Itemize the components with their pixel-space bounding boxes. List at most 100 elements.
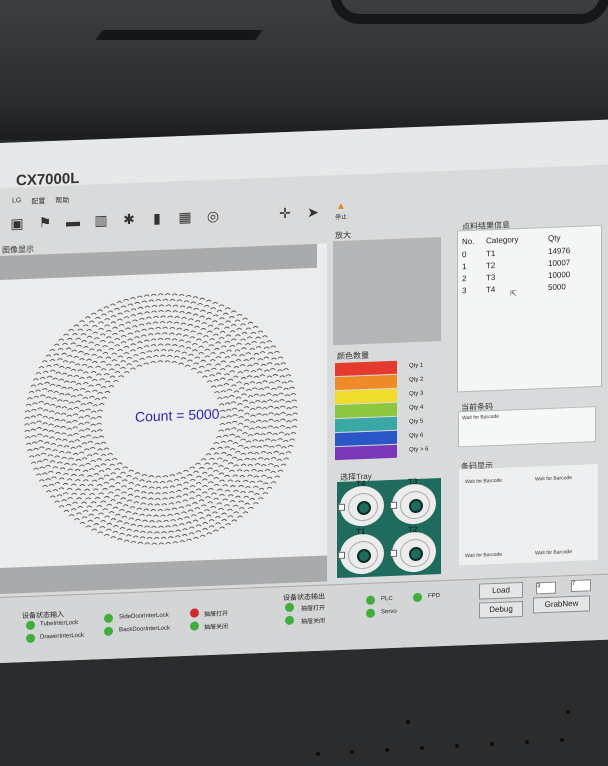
crosshair-icon[interactable]: ✛ — [274, 202, 296, 225]
component-mark — [273, 426, 279, 429]
component-mark — [167, 536, 174, 539]
component-mark — [114, 364, 121, 367]
component-mark — [238, 387, 245, 390]
chart-bars-icon[interactable]: ▮ — [146, 207, 168, 230]
start-input[interactable]: 3 — [536, 581, 556, 595]
component-mark — [245, 352, 252, 355]
tray-t2[interactable]: T2 — [389, 525, 439, 574]
component-mark — [244, 343, 251, 346]
component-mark — [143, 294, 150, 297]
fingerprint-icon[interactable]: ◎ — [202, 204, 224, 227]
component-mark — [45, 396, 52, 399]
component-mark — [56, 494, 63, 497]
component-mark — [66, 337, 73, 341]
component-mark — [150, 338, 157, 341]
component-mark — [134, 336, 140, 339]
component-mark — [220, 416, 226, 419]
component-mark — [164, 343, 171, 346]
component-mark — [283, 368, 289, 371]
qty-label: Qty 3 — [409, 390, 424, 398]
grabnew-button[interactable]: GrabNew — [533, 595, 590, 614]
component-mark — [92, 436, 99, 439]
component-mark — [30, 435, 37, 438]
stop-button[interactable]: ▲ 停止 — [330, 199, 352, 222]
send-icon[interactable]: ➤ — [302, 201, 324, 224]
tray-t4[interactable]: T4 — [337, 479, 387, 528]
component-mark — [251, 341, 258, 344]
component-mark — [90, 459, 96, 463]
brand-logo-mark — [95, 0, 305, 40]
tray-radio[interactable] — [338, 551, 345, 560]
vent-dot — [385, 748, 389, 752]
component-mark — [79, 521, 86, 525]
component-mark — [84, 415, 91, 418]
building-icon[interactable]: ▦ — [174, 205, 196, 228]
component-mark — [150, 293, 157, 297]
component-mark — [165, 304, 172, 307]
component-mark — [109, 303, 116, 306]
reel-icon — [340, 485, 384, 527]
component-mark — [63, 399, 69, 403]
barcode-display: Wait for Barcode Wait for Barcode Wait f… — [459, 464, 598, 566]
component-mark — [169, 298, 176, 302]
tray-radio[interactable] — [390, 549, 397, 558]
component-mark — [155, 486, 162, 490]
component-mark — [185, 346, 192, 350]
component-mark — [172, 524, 178, 527]
component-mark — [267, 399, 273, 402]
stop-label: 停止 — [334, 214, 347, 222]
component-mark — [148, 475, 155, 478]
component-mark — [52, 489, 59, 492]
component-mark — [72, 419, 78, 423]
component-mark — [257, 358, 264, 361]
component-mark — [108, 347, 115, 351]
component-mark — [61, 372, 68, 375]
aperture-icon[interactable]: ✱ — [118, 208, 140, 231]
component-mark — [217, 446, 223, 450]
component-mark — [68, 401, 75, 404]
component-mark — [232, 442, 239, 445]
status-text: PLC — [381, 595, 393, 603]
tray-t1[interactable]: T1 — [337, 527, 387, 576]
monitor-icon[interactable]: ▣ — [6, 212, 28, 235]
component-mark — [75, 488, 82, 491]
tray-t3[interactable]: T3 — [389, 477, 439, 526]
load-button[interactable]: Load — [479, 581, 523, 600]
factory-icon[interactable]: ▥ — [90, 209, 112, 232]
component-mark — [144, 311, 150, 314]
component-mark — [147, 333, 154, 336]
component-mark — [215, 372, 222, 375]
component-mark — [78, 429, 85, 432]
table-row[interactable]: 0 T1 14976 — [462, 245, 602, 259]
component-mark — [97, 391, 104, 395]
tray-radio[interactable] — [390, 501, 397, 510]
component-mark — [104, 324, 110, 327]
component-mark — [48, 410, 55, 413]
component-mark — [73, 324, 80, 327]
component-mark — [154, 503, 161, 506]
component-mark — [86, 505, 93, 508]
component-mark — [209, 447, 216, 451]
component-mark — [70, 368, 77, 372]
component-mark — [107, 310, 114, 313]
component-mark — [44, 381, 50, 385]
component-mark — [246, 336, 253, 339]
component-mark — [82, 509, 89, 513]
tray-icon[interactable]: ▬ — [62, 210, 84, 233]
component-mark — [45, 478, 51, 481]
table-row[interactable]: 1 T2 10007 — [462, 257, 602, 271]
tray-radio[interactable] — [338, 503, 345, 512]
table-row[interactable]: 2 T3 10000 — [462, 269, 602, 283]
end-input[interactable]: 7 — [571, 579, 591, 593]
component-mark — [268, 381, 275, 384]
component-mark — [238, 416, 244, 419]
debug-button[interactable]: Debug — [479, 600, 523, 619]
table-row[interactable]: 3 T4 5000 — [462, 281, 602, 295]
component-mark — [161, 531, 167, 534]
component-mark — [277, 438, 283, 441]
component-mark — [81, 363, 88, 367]
component-mark — [171, 338, 178, 341]
component-mark — [165, 525, 171, 528]
flag-icon[interactable]: ⚑ — [34, 211, 56, 234]
component-mark — [185, 504, 192, 507]
